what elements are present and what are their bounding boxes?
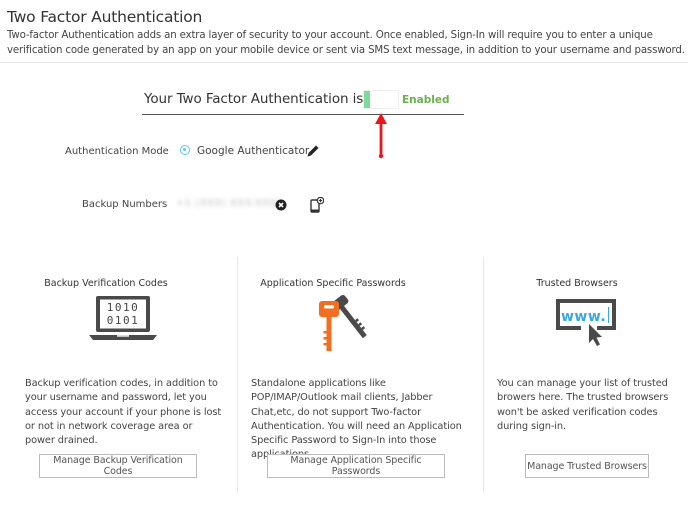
backup-numbers-label: Backup Numbers bbox=[82, 199, 168, 210]
laptop-binary-line-1: 1010 bbox=[107, 301, 140, 314]
toggle-on-indicator bbox=[364, 91, 370, 108]
auth-mode-radio[interactable] bbox=[180, 145, 190, 155]
section-description: You can manage your list of trusted brow… bbox=[497, 378, 669, 432]
tfa-toggle-label: Enabled bbox=[402, 94, 450, 106]
section-divider bbox=[237, 257, 238, 493]
close-circle-icon[interactable] bbox=[275, 199, 287, 211]
www-text: www. bbox=[561, 309, 606, 325]
page-title: Two Factor Authentication bbox=[7, 8, 203, 26]
section-description: Standalone applications like POP/IMAP/Ou… bbox=[251, 378, 462, 460]
red-arrow-annotation-icon bbox=[375, 113, 387, 159]
auth-mode-value: Google Authenticator bbox=[197, 145, 310, 157]
laptop-binary-icon: 1010 0101 bbox=[89, 296, 157, 340]
keys-icon bbox=[319, 295, 367, 351]
section-title: Backup Verification Codes bbox=[44, 278, 168, 289]
section-description: Backup verification codes, in addition t… bbox=[25, 378, 222, 447]
section-title: Trusted Browsers bbox=[536, 278, 618, 289]
laptop-binary-line-2: 0101 bbox=[107, 314, 140, 327]
section-divider bbox=[483, 257, 484, 493]
section-title: Application Specific Passwords bbox=[260, 278, 406, 289]
page-header: Two Factor Authentication Two-factor Aut… bbox=[0, 0, 688, 63]
tfa-status-text: Your Two Factor Authentication is bbox=[144, 91, 364, 107]
browser-www-icon: www. bbox=[556, 299, 616, 346]
backup-number-value: +1 (XXX) XXX-XXXX bbox=[176, 198, 285, 209]
manage-backup-codes-button[interactable]: Manage Backup Verification Codes bbox=[39, 454, 197, 478]
manage-trusted-browsers-button[interactable]: Manage Trusted Browsers bbox=[525, 454, 649, 478]
tfa-toggle[interactable] bbox=[363, 90, 399, 109]
pencil-icon[interactable] bbox=[307, 145, 319, 157]
tfa-status-row: Your Two Factor Authentication is Enable… bbox=[142, 87, 464, 115]
page-description: Two-factor Authentication adds an extra … bbox=[7, 30, 685, 56]
add-phone-icon[interactable] bbox=[310, 197, 324, 213]
manage-app-passwords-button[interactable]: Manage Application Specific Passwords bbox=[267, 454, 445, 478]
auth-mode-label: Authentication Mode bbox=[65, 146, 169, 157]
